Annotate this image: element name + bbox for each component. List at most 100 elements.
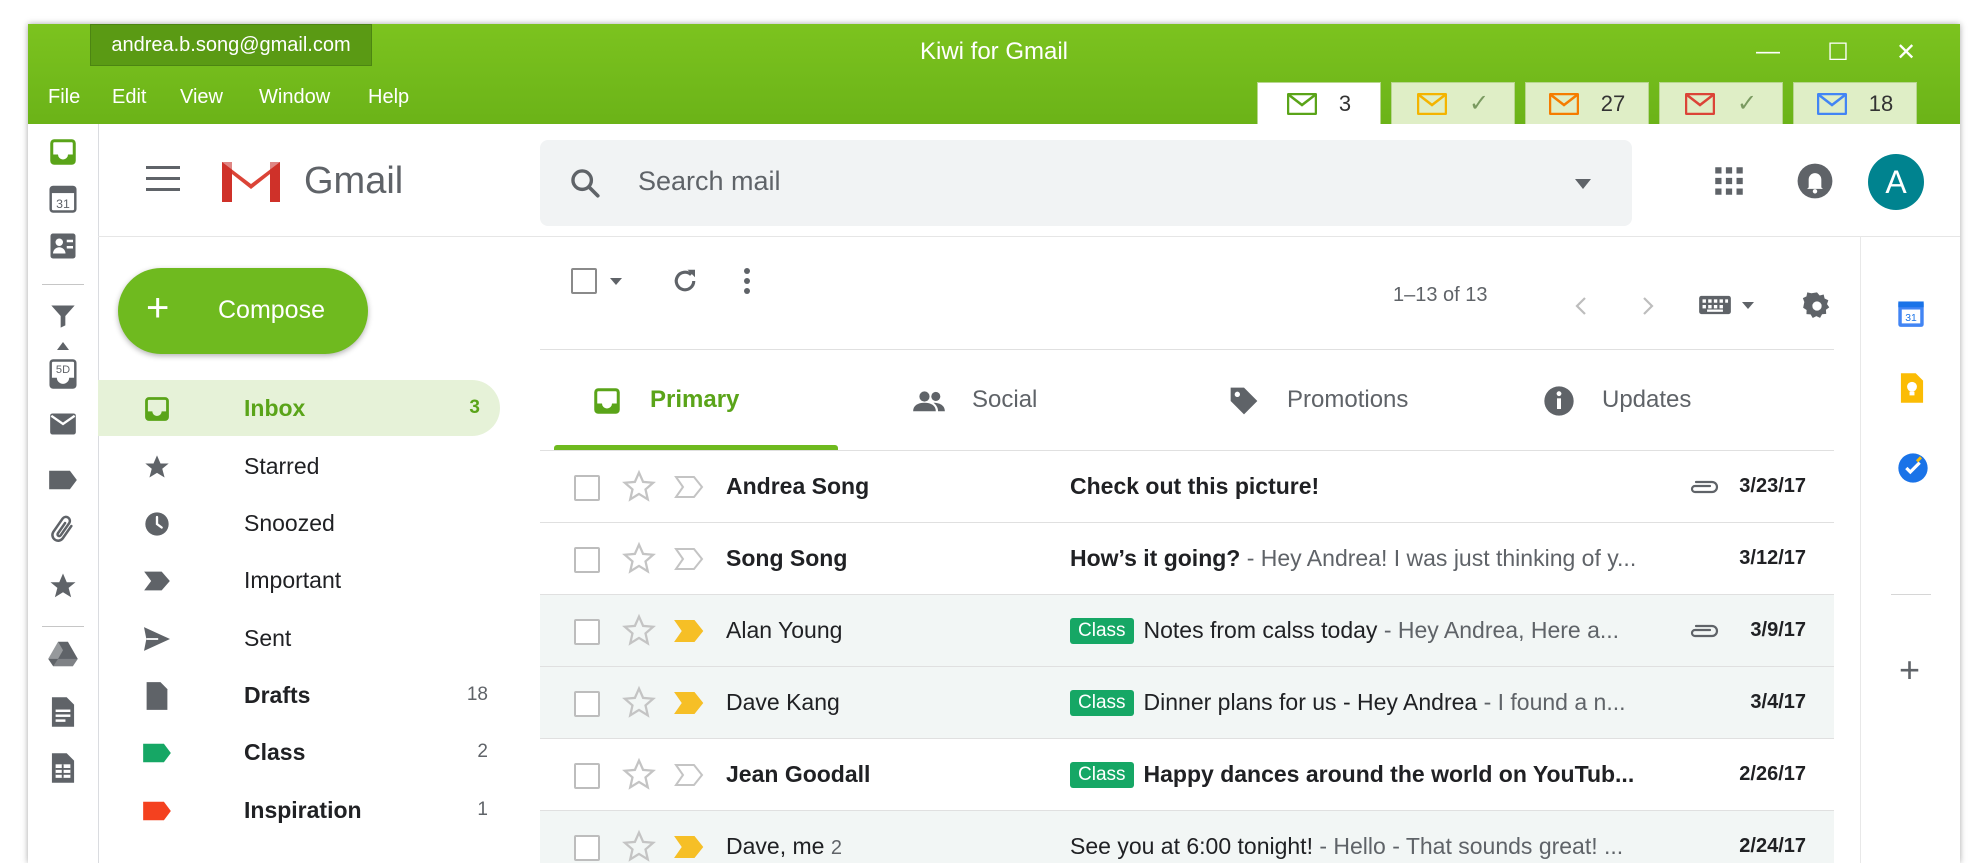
calendar-addon-icon[interactable]: 31 [1897, 298, 1925, 333]
search-input[interactable]: Search mail [638, 166, 781, 197]
close-button[interactable]: ✕ [1886, 38, 1926, 67]
thread-count: 2 [830, 837, 842, 859]
snooze-5d-icon[interactable]: 5D [45, 356, 81, 392]
star-outline-icon[interactable] [622, 613, 656, 647]
star-icon[interactable] [45, 568, 81, 604]
account-tab[interactable]: 3 [1257, 82, 1381, 124]
attachment-icon[interactable] [1688, 477, 1720, 497]
important-marker-icon[interactable] [674, 763, 704, 787]
email-row[interactable]: Song Song How’s it going? - Hey Andrea! … [540, 523, 1834, 595]
settings-gear-icon[interactable] [1801, 290, 1833, 322]
email-subject: See you at 6:00 tonight! [1070, 833, 1313, 859]
chevron-right-icon[interactable] [1642, 296, 1654, 316]
drive-icon[interactable] [45, 636, 81, 672]
account-tab[interactable]: 27 [1525, 82, 1649, 124]
attachment-icon[interactable] [45, 512, 81, 548]
important-marker-icon[interactable] [674, 691, 704, 715]
tab-social[interactable]: Social [896, 350, 1196, 450]
nav-item-important[interactable]: Important [98, 552, 508, 608]
star-outline-icon[interactable] [622, 469, 656, 503]
menu-help[interactable]: Help [368, 86, 409, 109]
star-outline-icon[interactable] [622, 757, 656, 791]
refresh-icon[interactable] [670, 266, 700, 296]
keep-icon[interactable] [1899, 372, 1925, 409]
row-checkbox[interactable] [574, 691, 600, 717]
mail-icon[interactable] [45, 406, 81, 442]
select-all-checkbox[interactable] [571, 268, 597, 294]
menu-view[interactable]: View [180, 86, 223, 109]
email-row[interactable]: Andrea Song Check out this picture! 3/23/… [540, 451, 1834, 523]
important-marker-icon[interactable] [674, 619, 704, 643]
nav-item-starred[interactable]: Starred [98, 438, 508, 494]
account-tab[interactable]: ✓ [1659, 82, 1783, 124]
search-icon[interactable] [568, 166, 602, 200]
gmail-logo-icon[interactable] [218, 156, 284, 211]
more-options-icon[interactable] [742, 266, 752, 296]
important-marker-icon[interactable] [674, 547, 704, 571]
label-chip[interactable]: Class [1070, 762, 1134, 788]
tasks-icon[interactable] [1897, 452, 1929, 489]
nav-label: Class [244, 739, 306, 765]
row-checkbox[interactable] [574, 619, 600, 645]
keyboard-dropdown-icon[interactable] [1741, 301, 1755, 310]
important-marker-icon[interactable] [674, 835, 704, 859]
email-snippet: - Hey Andrea, Here a... [1377, 617, 1620, 643]
attachment-icon[interactable] [1688, 621, 1720, 641]
menu-edit[interactable]: Edit [112, 86, 146, 109]
select-dropdown-icon[interactable] [609, 277, 623, 286]
label-chip[interactable]: Class [1070, 618, 1134, 644]
important-marker-icon[interactable] [674, 475, 704, 499]
envelope-icon [1286, 92, 1317, 115]
nav-item-sent[interactable]: Sent [98, 610, 508, 666]
apps-grid-icon[interactable] [1714, 166, 1744, 196]
search-options-icon[interactable] [1574, 178, 1592, 190]
email-row[interactable]: Jean Goodall Class Happy dances around th… [540, 739, 1834, 811]
nav-item-inbox[interactable]: Inbox 3 [98, 380, 500, 436]
search-bar[interactable]: Search mail [540, 140, 1632, 226]
main-menu-button[interactable] [146, 166, 180, 199]
docs-icon[interactable] [45, 694, 81, 730]
email-subject-line: How’s it going? - Hey Andrea! I was just… [1070, 545, 1650, 572]
label-chip[interactable]: Class [1070, 690, 1134, 716]
calendar-icon[interactable]: 31 [45, 180, 81, 216]
keyboard-icon[interactable] [1698, 294, 1732, 316]
app-window: andrea.b.song@gmail.com Kiwi for Gmail —… [28, 24, 1960, 863]
tab-label: Social [972, 386, 1038, 413]
sheets-icon[interactable] [45, 750, 81, 786]
tab-primary[interactable]: Primary [574, 350, 874, 450]
tab-updates[interactable]: Updates [1526, 350, 1826, 450]
label-icon[interactable] [45, 462, 81, 498]
minimize-button[interactable]: — [1748, 38, 1788, 66]
email-row[interactable]: Alan Young Class Notes from calss today -… [540, 595, 1834, 667]
email-subject-line: Class Happy dances around the world on Yo… [1070, 761, 1650, 788]
compose-button[interactable]: + Compose [118, 268, 368, 354]
email-subject: Check out this picture! [1070, 473, 1320, 499]
menu-window[interactable]: Window [259, 86, 330, 109]
email-row[interactable]: Dave, me 2 See you at 6:00 tonight! - Hel… [540, 811, 1834, 863]
star-outline-icon[interactable] [622, 829, 656, 863]
email-row[interactable]: Dave Kang Class Dinner plans for us - Hey… [540, 667, 1834, 739]
nav-item-snoozed[interactable]: Snoozed [98, 495, 508, 551]
add-addon-icon[interactable]: + [1899, 652, 1920, 688]
row-checkbox[interactable] [574, 835, 600, 861]
nav-item-class[interactable]: Class 2 [98, 724, 508, 780]
star-outline-icon[interactable] [622, 685, 656, 719]
email-sender: Dave, me 2 [726, 833, 842, 859]
inbox-icon [142, 394, 172, 424]
menu-file[interactable]: File [48, 86, 80, 109]
chevron-left-icon[interactable] [1575, 296, 1587, 316]
row-checkbox[interactable] [574, 763, 600, 789]
nav-item-drafts[interactable]: Drafts 18 [98, 667, 508, 723]
inbox-icon[interactable] [45, 134, 81, 170]
account-tab[interactable]: ✓ [1391, 82, 1515, 124]
row-checkbox[interactable] [574, 547, 600, 573]
nav-item-inspiration[interactable]: Inspiration 1 [98, 782, 508, 838]
notifications-icon[interactable] [1796, 162, 1834, 200]
avatar[interactable]: A [1868, 154, 1924, 210]
star-outline-icon[interactable] [622, 541, 656, 575]
tab-promotions[interactable]: Promotions [1211, 350, 1511, 450]
row-checkbox[interactable] [574, 475, 600, 501]
contacts-icon[interactable] [45, 228, 81, 264]
maximize-button[interactable]: ☐ [1818, 38, 1858, 67]
account-tab[interactable]: 18 [1793, 82, 1917, 124]
